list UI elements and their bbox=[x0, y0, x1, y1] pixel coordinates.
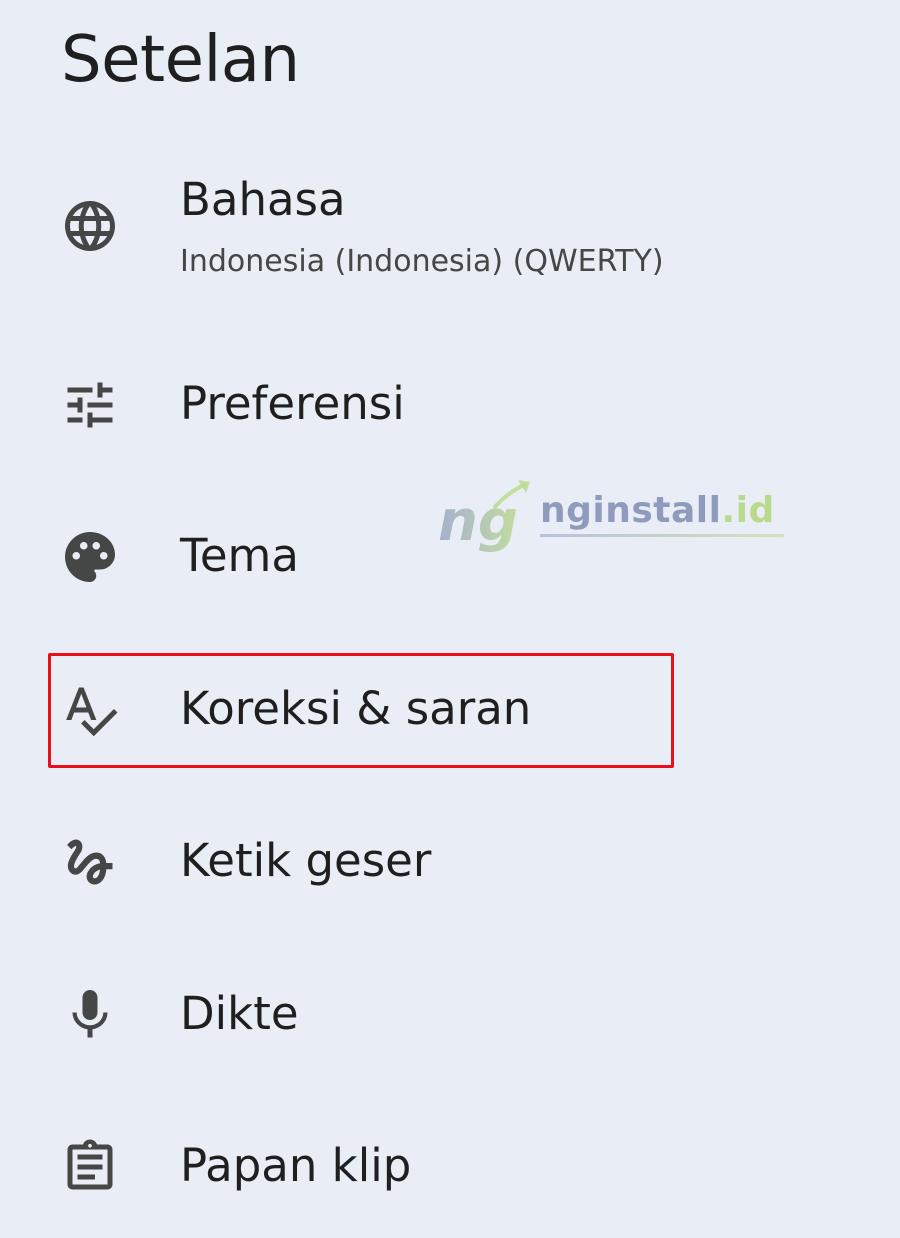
settings-list: Bahasa Indonesia (Indonesia) (QWERTY) Pr… bbox=[0, 0, 900, 1238]
settings-item-ketik-geser[interactable]: Ketik geser bbox=[0, 802, 900, 922]
settings-item-papan-klip[interactable]: Papan klip bbox=[0, 1107, 900, 1227]
tune-sliders-icon bbox=[60, 375, 120, 435]
settings-item-sublabel: Indonesia (Indonesia) (QWERTY) bbox=[180, 244, 664, 279]
globe-icon bbox=[60, 196, 120, 256]
clipboard-icon bbox=[60, 1137, 120, 1197]
microphone-icon bbox=[60, 985, 120, 1045]
settings-item-label: Tema bbox=[180, 529, 299, 582]
settings-item-label: Ketik geser bbox=[180, 834, 432, 887]
settings-item-label: Preferensi bbox=[180, 377, 405, 430]
gesture-icon bbox=[60, 832, 120, 892]
spellcheck-icon bbox=[60, 680, 120, 740]
settings-item-bahasa[interactable]: Bahasa Indonesia (Indonesia) (QWERTY) bbox=[0, 170, 900, 290]
settings-item-label: Dikte bbox=[180, 987, 299, 1040]
palette-icon bbox=[60, 527, 120, 587]
settings-item-label: Koreksi & saran bbox=[180, 682, 532, 735]
settings-item-koreksi[interactable]: Koreksi & saran bbox=[0, 650, 900, 770]
settings-item-label: Papan klip bbox=[180, 1139, 412, 1192]
settings-item-preferensi[interactable]: Preferensi bbox=[0, 345, 900, 465]
settings-item-label: Bahasa bbox=[180, 173, 346, 226]
settings-item-dikte[interactable]: Dikte bbox=[0, 955, 900, 1075]
settings-item-tema[interactable]: Tema bbox=[0, 497, 900, 617]
